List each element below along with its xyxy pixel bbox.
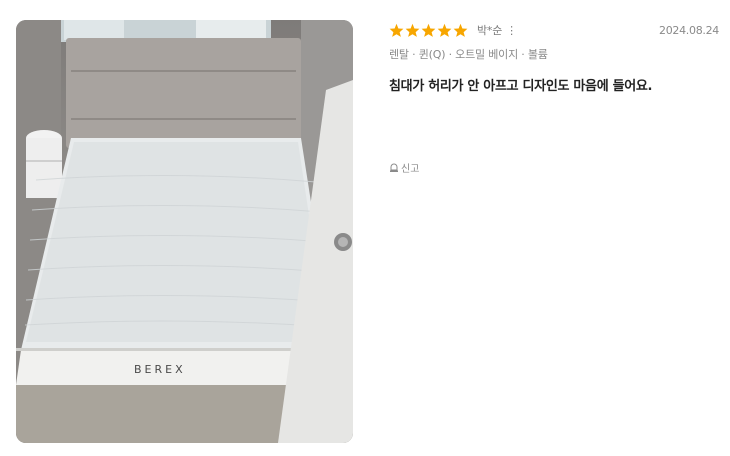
reviewer-name: 박*순 bbox=[477, 24, 503, 37]
star-rating bbox=[389, 23, 468, 37]
review-date: 2024.08.24 bbox=[659, 23, 719, 37]
more-vertical-icon[interactable]: ⋮ bbox=[506, 25, 517, 36]
siren-icon bbox=[389, 162, 399, 173]
review-meta: 박*순 ⋮ 2024.08.24 bbox=[389, 22, 719, 38]
star-icon bbox=[453, 23, 468, 37]
star-icon bbox=[405, 23, 420, 37]
mattress-photo-image: BEREX bbox=[16, 20, 353, 443]
mattress-brand-label: BEREX bbox=[134, 363, 186, 376]
review-text: 침대가 허리가 안 아프고 디자인도 마음에 들어요. bbox=[389, 79, 653, 94]
star-icon bbox=[437, 23, 452, 37]
review-item: BEREX 박*순 ⋮ 2024.08.24 렌탈 · 퀸(Q) · 오트밀 베… bbox=[0, 0, 730, 456]
review-photo[interactable]: BEREX bbox=[16, 20, 353, 443]
purchase-options: 렌탈 · 퀸(Q) · 오트밀 베이지 · 볼륨 bbox=[389, 48, 548, 61]
star-icon bbox=[421, 23, 436, 37]
report-button[interactable]: 신고 bbox=[389, 160, 419, 175]
report-label: 신고 bbox=[401, 164, 420, 175]
star-icon bbox=[389, 23, 404, 37]
